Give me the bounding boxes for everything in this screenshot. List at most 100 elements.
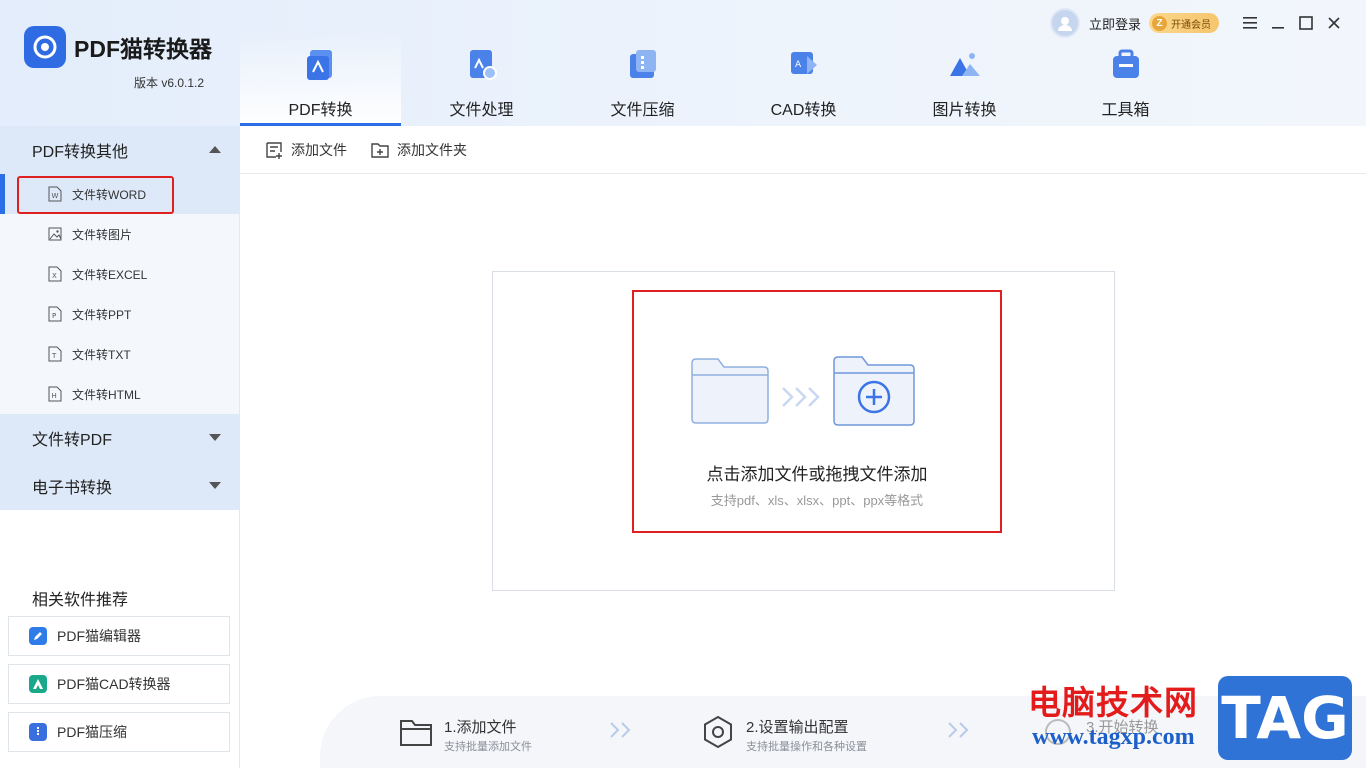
drop-zone-formats: 支持pdf、xls、xlsx、ppt、ppx等格式	[710, 493, 924, 508]
sidebar-group-ebook[interactable]: 电子书转换	[0, 462, 239, 510]
svg-text:A: A	[795, 60, 802, 70]
add-file-button[interactable]: 添加文件	[264, 139, 347, 161]
caret-down-icon	[209, 482, 221, 489]
tab-pdf-convert[interactable]: PDF转换	[240, 30, 401, 126]
vip-button[interactable]: Z 开通会员	[1149, 13, 1220, 33]
sidebar-item-to-excel[interactable]: X 文件转EXCEL	[0, 254, 239, 294]
svg-text:X: X	[52, 272, 57, 280]
sidebar-group-pdf-to-other[interactable]: PDF转换其他	[0, 126, 239, 174]
vip-icon: Z	[1152, 15, 1168, 31]
drop-zone-title: 点击添加文件或拖拽文件添加	[706, 465, 928, 484]
recommend-label: PDF猫编辑器	[57, 628, 141, 644]
tab-label: 文件处理	[449, 102, 514, 119]
recommend-compress[interactable]: PDF猫压缩	[8, 712, 230, 752]
tab-toolbox[interactable]: 工具箱	[1045, 30, 1206, 126]
minimize-icon[interactable]	[1269, 14, 1287, 32]
watermark-url: www.tagxp.com	[1032, 724, 1195, 750]
app-logo-icon	[24, 26, 66, 68]
watermark-site-name: 电脑技术网	[1028, 684, 1198, 721]
sidebar-item-label: 文件转EXCEL	[72, 267, 148, 282]
add-folder-button[interactable]: 添加文件夹	[370, 139, 467, 161]
tab-cad-convert[interactable]: A CAD转换	[723, 30, 884, 126]
vip-label: 开通会员	[1171, 19, 1212, 31]
sidebar-item-label: 文件转TXT	[72, 347, 131, 362]
caret-up-icon	[209, 146, 221, 153]
ppt-file-icon: P	[48, 306, 62, 322]
menu-icon[interactable]	[1241, 14, 1259, 32]
sidebar-item-to-txt[interactable]: T 文件转TXT	[0, 334, 239, 374]
recommend-title: 相关软件推荐	[32, 592, 129, 609]
user-icon	[1058, 17, 1072, 31]
svg-text:W: W	[52, 192, 59, 200]
chevrons-right-icon	[948, 722, 969, 738]
add-folder-label: 添加文件夹	[397, 142, 467, 158]
excel-file-icon: X	[48, 266, 62, 282]
login-link[interactable]: 立即登录	[1089, 14, 1141, 33]
folder-outline-icon	[400, 720, 432, 746]
toolbox-icon	[1113, 49, 1139, 78]
avatar[interactable]	[1050, 8, 1080, 38]
sidebar-item-to-html[interactable]: H 文件转HTML	[0, 374, 239, 414]
compress-app-icon	[29, 723, 47, 741]
main-nav: PDF转换 文件处理 文件压缩 A CAD转换 图片转换 工具箱	[240, 30, 1206, 126]
add-file-icon	[266, 142, 282, 159]
tab-label: PDF转换	[288, 102, 353, 119]
tab-file-compress[interactable]: 文件压缩	[562, 30, 723, 126]
image-file-icon	[48, 227, 62, 241]
file-compress-icon	[630, 50, 656, 78]
tab-label: 图片转换	[932, 102, 997, 119]
sidebar-item-label: 文件转WORD	[72, 187, 146, 202]
tab-file-process[interactable]: 文件处理	[401, 30, 562, 126]
file-process-icon	[470, 50, 497, 80]
recommend-pdf-editor[interactable]: PDF猫编辑器	[8, 616, 230, 656]
step-subtitle: 支持批量添加文件	[444, 741, 532, 753]
tab-image-convert[interactable]: 图片转换	[884, 30, 1045, 126]
recommend-cad-converter[interactable]: PDF猫CAD转换器	[8, 664, 230, 704]
html-file-icon: H	[48, 386, 62, 402]
sidebar-group-label: 文件转PDF	[32, 432, 113, 449]
word-file-icon: W	[48, 186, 62, 202]
image-convert-icon	[950, 53, 980, 76]
sidebar-group-file-to-pdf[interactable]: 文件转PDF	[0, 414, 239, 462]
chevrons-right-icon	[782, 387, 820, 407]
add-folder-icon	[371, 143, 389, 158]
sidebar-item-label: 文件转PPT	[72, 307, 132, 322]
recommend-label: PDF猫压缩	[57, 724, 127, 740]
sidebar-item-label: 文件转图片	[72, 227, 133, 242]
tab-label: 工具箱	[1101, 102, 1150, 119]
app-header: PDF猫转换器 版本 v6.0.1.2 PDF转换 文件处理 文件压缩 A CA…	[0, 0, 1366, 126]
app-logo: PDF猫转换器 版本 v6.0.1.2	[24, 26, 234, 96]
maximize-icon[interactable]	[1297, 14, 1315, 32]
step-title: 2.设置输出配置	[746, 719, 849, 736]
step-subtitle: 支持批量操作和各种设置	[746, 741, 867, 753]
svg-text:T: T	[51, 352, 57, 360]
watermark-tag-logo: TAG	[1218, 676, 1352, 760]
add-file-label: 添加文件	[291, 142, 347, 158]
close-icon[interactable]	[1325, 14, 1343, 32]
sidebar-item-to-word[interactable]: W 文件转WORD	[0, 174, 239, 214]
sidebar-sub-list: W 文件转WORD 文件转图片 X 文件转EXCEL P 文件转PPT T 文件…	[0, 174, 239, 414]
account-area: 立即登录 Z 开通会员	[1050, 8, 1220, 38]
sidebar-item-to-image[interactable]: 文件转图片	[0, 214, 239, 254]
tab-label: CAD转换	[770, 102, 837, 119]
svg-text:P: P	[52, 312, 56, 320]
svg-text:H: H	[52, 392, 57, 400]
step-title: 1.添加文件	[444, 719, 517, 736]
caret-down-icon	[209, 434, 221, 441]
file-toolbar: 添加文件 添加文件夹	[240, 126, 1366, 174]
txt-file-icon: T	[48, 346, 62, 362]
tab-label: 文件压缩	[610, 102, 675, 119]
cad-app-icon	[29, 675, 47, 693]
sidebar-item-label: 文件转HTML	[72, 387, 141, 402]
chevrons-right-icon	[610, 722, 631, 738]
sidebar-item-to-ppt[interactable]: P 文件转PPT	[0, 294, 239, 334]
folder-add-icon	[833, 356, 915, 426]
app-title: PDF猫转换器	[74, 36, 212, 62]
pdf-convert-icon	[307, 50, 332, 80]
settings-icon	[704, 715, 732, 749]
cad-convert-icon: A	[791, 52, 817, 74]
app-version: 版本 v6.0.1.2	[134, 76, 205, 90]
folder-icon	[691, 358, 769, 424]
pen-icon	[29, 627, 47, 645]
steps-bar: 1.添加文件 支持批量添加文件 2.设置输出配置 支持批量操作和各种设置 3.开…	[320, 696, 1366, 768]
